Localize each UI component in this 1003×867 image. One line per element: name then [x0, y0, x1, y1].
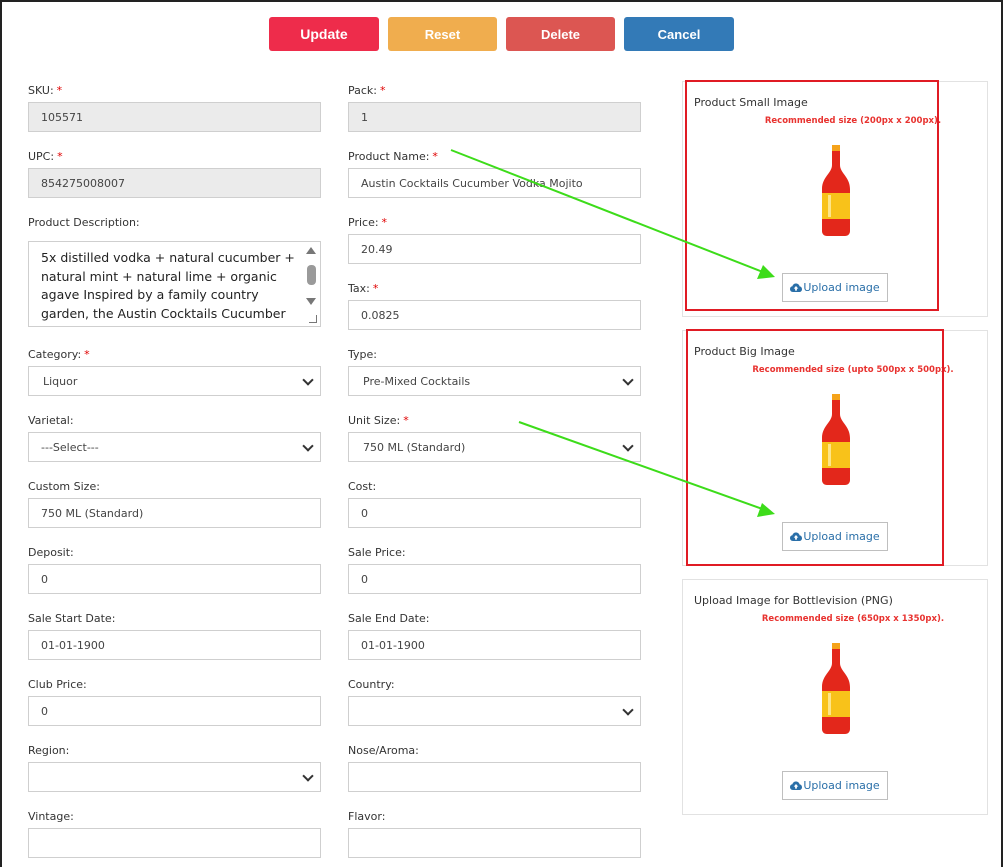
country-label: Country: — [348, 678, 395, 691]
sku-field[interactable]: 105571 — [28, 102, 321, 132]
big-image-recommendation: Recommended size (upto 500px x 500px). — [752, 365, 954, 375]
sku-label: SKU: * — [28, 84, 63, 97]
nose-aroma-label: Nose/Aroma: — [348, 744, 419, 757]
sale-price-label: Sale Price: — [348, 546, 406, 559]
type-label: Type: — [348, 348, 377, 361]
product-name-label: Product Name: * — [348, 150, 438, 163]
bottle-icon — [822, 145, 850, 236]
unit-size-select[interactable]: 750 ML (Standard) — [348, 432, 641, 462]
deposit-label: Deposit: — [28, 546, 74, 559]
small-image-panel: Product Small Image Recommended size (20… — [682, 81, 988, 317]
small-image-upload-button[interactable]: Upload image — [782, 273, 888, 302]
bottlevision-image-panel: Upload Image for Bottlevision (PNG) Reco… — [682, 579, 988, 815]
sale-end-field[interactable]: 01-01-1900 — [348, 630, 641, 660]
cloud-upload-icon — [790, 532, 803, 541]
bottlevision-image-recommendation: Recommended size (650px x 1350px). — [761, 614, 945, 624]
reset-button[interactable]: Reset — [388, 17, 497, 51]
pack-field[interactable]: 1 — [348, 102, 641, 132]
sale-start-field[interactable]: 01-01-1900 — [28, 630, 321, 660]
region-label: Region: — [28, 744, 70, 757]
cost-field[interactable]: 0 — [348, 498, 641, 528]
type-select[interactable]: Pre-Mixed Cocktails — [348, 366, 641, 396]
update-button[interactable]: Update — [269, 17, 379, 51]
country-select[interactable] — [348, 696, 641, 726]
bottlevision-upload-button[interactable]: Upload image — [782, 771, 888, 800]
category-label: Category: * — [28, 348, 90, 361]
vintage-label: Vintage: — [28, 810, 74, 823]
scroll-up-icon[interactable] — [306, 247, 316, 254]
price-label: Price: * — [348, 216, 388, 229]
cloud-upload-icon — [790, 781, 803, 790]
small-image-recommendation: Recommended size (200px x 200px). — [764, 116, 942, 126]
cancel-button[interactable]: Cancel — [624, 17, 734, 51]
region-select[interactable] — [28, 762, 321, 792]
scroll-thumb[interactable] — [307, 265, 316, 285]
deposit-field[interactable]: 0 — [28, 564, 321, 594]
custom-size-label: Custom Size: — [28, 480, 100, 493]
unit-size-label: Unit Size: * — [348, 414, 409, 427]
bottle-icon — [822, 643, 850, 734]
sale-price-field[interactable]: 0 — [348, 564, 641, 594]
vintage-field[interactable] — [28, 828, 321, 858]
tax-field[interactable]: 0.0825 — [348, 300, 641, 330]
sale-start-label: Sale Start Date: — [28, 612, 116, 625]
price-field[interactable]: 20.49 — [348, 234, 641, 264]
upc-label: UPC: * — [28, 150, 63, 163]
flavor-field[interactable] — [348, 828, 641, 858]
cloud-upload-icon — [790, 283, 803, 292]
tax-label: Tax: * — [348, 282, 379, 295]
nose-aroma-field[interactable] — [348, 762, 641, 792]
delete-button[interactable]: Delete — [506, 17, 615, 51]
upc-field[interactable]: 854275008007 — [28, 168, 321, 198]
description-text: 5x distilled vodka + natural cucumber + … — [41, 250, 295, 326]
club-price-field[interactable]: 0 — [28, 696, 321, 726]
resize-grip-icon[interactable] — [309, 315, 317, 323]
bottlevision-image-title: Upload Image for Bottlevision (PNG) — [694, 594, 893, 607]
custom-size-field[interactable]: 750 ML (Standard) — [28, 498, 321, 528]
description-label: Product Description: — [28, 216, 140, 229]
club-price-label: Club Price: — [28, 678, 87, 691]
category-select[interactable]: Liquor — [28, 366, 321, 396]
big-image-upload-button[interactable]: Upload image — [782, 522, 888, 551]
bottle-icon — [822, 394, 850, 485]
varietal-label: Varietal: — [28, 414, 74, 427]
big-image-title: Product Big Image — [694, 345, 795, 358]
product-name-field[interactable]: Austin Cocktails Cucumber Vodka Mojito — [348, 168, 641, 198]
scroll-down-icon[interactable] — [306, 298, 316, 305]
varietal-select[interactable]: ---Select--- — [28, 432, 321, 462]
flavor-label: Flavor: — [348, 810, 386, 823]
big-image-panel: Product Big Image Recommended size (upto… — [682, 330, 988, 566]
description-textarea[interactable]: 5x distilled vodka + natural cucumber + … — [28, 241, 321, 327]
pack-label: Pack: * — [348, 84, 386, 97]
sale-end-label: Sale End Date: — [348, 612, 430, 625]
small-image-title: Product Small Image — [694, 96, 808, 109]
cost-label: Cost: — [348, 480, 377, 493]
